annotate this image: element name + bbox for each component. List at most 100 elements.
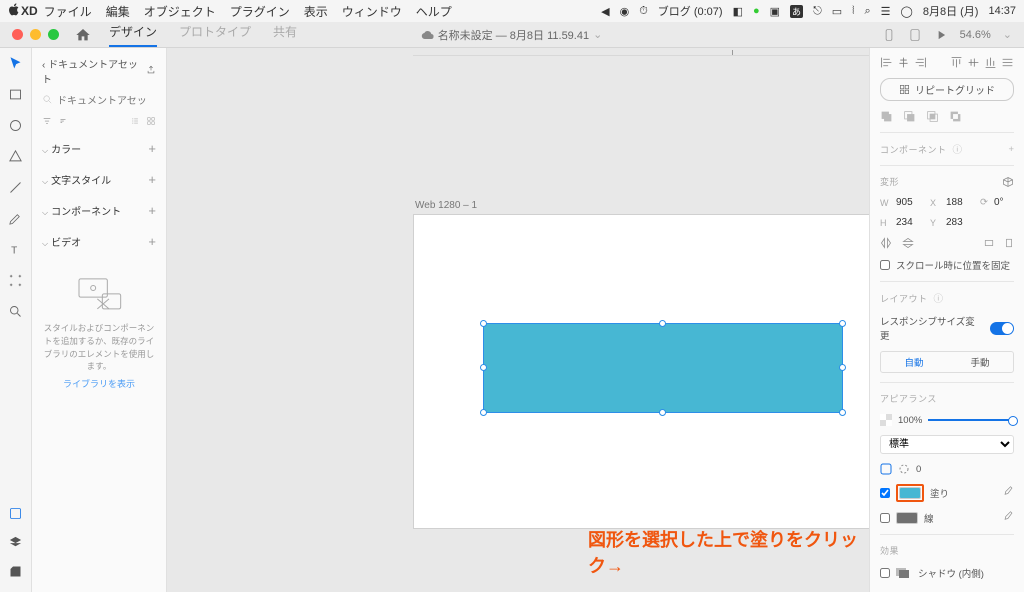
tab-prototype[interactable]: プロトタイプ: [179, 23, 251, 47]
maximize-window[interactable]: [48, 29, 59, 40]
height-value[interactable]: 234: [896, 217, 924, 228]
triangle-icon[interactable]: ◧: [733, 5, 743, 18]
section-textstyle[interactable]: 文字スタイル+: [42, 168, 156, 191]
list-view-icon[interactable]: [130, 116, 140, 129]
home-icon[interactable]: [75, 27, 91, 43]
section-component[interactable]: コンポーネント+: [42, 199, 156, 222]
fill-eyedropper[interactable]: [1003, 486, 1014, 500]
lock-wh-icon[interactable]: [984, 238, 994, 248]
pin-icon[interactable]: [1004, 238, 1014, 248]
tool-rectangle[interactable]: [8, 87, 23, 105]
menu-object[interactable]: オブジェクト: [144, 3, 216, 20]
line-icon[interactable]: ●: [753, 5, 760, 17]
plugins-icon[interactable]: [8, 564, 23, 582]
intersect-icon[interactable]: [926, 110, 939, 123]
grid-view-icon[interactable]: [146, 116, 156, 129]
3d-icon[interactable]: [1002, 176, 1014, 188]
tool-pen[interactable]: [8, 211, 23, 229]
scroll-fix-checkbox[interactable]: [880, 260, 890, 270]
handle-n[interactable]: [659, 320, 666, 327]
chevron-down-icon[interactable]: ⌄: [1003, 28, 1012, 41]
add-video[interactable]: +: [148, 234, 156, 249]
tab-design[interactable]: デザイン: [109, 23, 157, 47]
blog-status[interactable]: ブログ (0:07): [658, 3, 723, 19]
corner-all-icon[interactable]: [880, 463, 892, 475]
add-textstyle[interactable]: +: [148, 172, 156, 187]
control-center-icon[interactable]: ☰: [881, 5, 891, 18]
align-right-icon[interactable]: [914, 56, 927, 69]
handle-w[interactable]: [480, 364, 487, 371]
stroke-checkbox[interactable]: [880, 513, 890, 523]
show-library-link[interactable]: ライブラリを表示: [42, 377, 156, 390]
tool-artboard[interactable]: [8, 273, 23, 291]
handle-e[interactable]: [839, 364, 846, 371]
align-center-h-icon[interactable]: [897, 56, 910, 69]
pad-icon[interactable]: ▣: [770, 5, 780, 18]
window-controls[interactable]: [0, 29, 71, 40]
tool-text[interactable]: T: [8, 242, 23, 260]
align-top-icon[interactable]: [950, 56, 963, 69]
tool-zoom[interactable]: [8, 304, 23, 322]
opacity-value[interactable]: 100%: [898, 415, 922, 426]
siri-icon[interactable]: ◯: [901, 5, 913, 18]
align-bottom-icon[interactable]: [984, 56, 997, 69]
resize-mode[interactable]: 自動 手動: [880, 351, 1014, 373]
menu-edit[interactable]: 編集: [106, 3, 130, 20]
fill-checkbox[interactable]: [880, 488, 890, 498]
distribute-icon[interactable]: [1001, 56, 1014, 69]
flip-v-icon[interactable]: [902, 237, 914, 249]
y-value[interactable]: 283: [946, 217, 974, 228]
tool-line[interactable]: [8, 180, 23, 198]
share-icon[interactable]: [146, 65, 156, 78]
flip-h-icon[interactable]: [880, 237, 892, 249]
x-value[interactable]: 188: [946, 197, 974, 208]
menu-plugin[interactable]: プラグイン: [230, 3, 290, 20]
exclude-icon[interactable]: [949, 110, 962, 123]
corner-value[interactable]: 0: [916, 464, 921, 475]
wifi-icon[interactable]: ⦚: [852, 5, 854, 18]
shadow-checkbox[interactable]: [880, 568, 890, 578]
timer-icon[interactable]: ⏱: [639, 5, 648, 18]
menu-help[interactable]: ヘルプ: [416, 3, 452, 20]
device-icon[interactable]: [908, 28, 922, 42]
handle-sw[interactable]: [480, 409, 487, 416]
bluetooth-icon[interactable]: ⎋: [813, 5, 822, 18]
tool-polygon[interactable]: [8, 149, 23, 167]
tool-ellipse[interactable]: [8, 118, 23, 136]
menu-file[interactable]: ファイル: [44, 3, 92, 20]
union-icon[interactable]: [880, 110, 893, 123]
stroke-color-swatch[interactable]: [896, 512, 918, 524]
play-icon[interactable]: [934, 28, 948, 42]
handle-s[interactable]: [659, 409, 666, 416]
zoom-level[interactable]: 54.6%: [960, 29, 991, 41]
menu-window[interactable]: ウィンドウ: [342, 3, 402, 20]
apple-icon[interactable]: [8, 3, 21, 19]
tab-share[interactable]: 共有: [273, 23, 297, 47]
tool-select[interactable]: [8, 56, 23, 74]
close-window[interactable]: [12, 29, 23, 40]
selected-rectangle[interactable]: [483, 323, 843, 413]
handle-nw[interactable]: [480, 320, 487, 327]
handle-se[interactable]: [839, 409, 846, 416]
cc-icon[interactable]: ◉: [620, 5, 630, 18]
align-middle-icon[interactable]: [967, 56, 980, 69]
library-icon[interactable]: [8, 506, 23, 524]
add-color[interactable]: +: [148, 141, 156, 156]
menu-view[interactable]: 表示: [304, 3, 328, 20]
section-video[interactable]: ビデオ+: [42, 230, 156, 253]
chevron-down-icon[interactable]: ⌄: [593, 28, 602, 41]
location-icon[interactable]: ◀: [601, 5, 609, 18]
date[interactable]: 8月8日 (月): [923, 3, 979, 19]
opacity-slider[interactable]: [928, 419, 1014, 421]
search-icon[interactable]: ⌕: [864, 5, 870, 18]
canvas[interactable]: Web 1280 – 1 図形を選択した上で塗りをクリック→: [167, 48, 869, 592]
sort-icon[interactable]: [58, 116, 68, 129]
mobile-preview-icon[interactable]: [882, 28, 896, 42]
responsive-toggle[interactable]: [990, 322, 1014, 335]
fill-color-swatch[interactable]: [899, 487, 921, 499]
time[interactable]: 14:37: [988, 5, 1016, 17]
repeat-grid-button[interactable]: リピートグリッド: [880, 78, 1014, 101]
resize-manual[interactable]: 手動: [947, 352, 1013, 372]
align-left-icon[interactable]: [880, 56, 893, 69]
app-name[interactable]: XD: [21, 4, 38, 18]
